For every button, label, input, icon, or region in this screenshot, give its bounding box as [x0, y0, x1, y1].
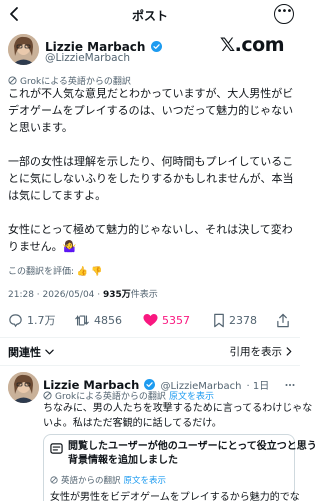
view-count-suffix: 件表示 [130, 290, 158, 300]
community-note[interactable]: 閲覧したユーザーが他のユーザーにとって役立つと思う 背景情報を追加しました 英語… [43, 434, 317, 501]
more-options-icon[interactable]: ••• [274, 4, 294, 24]
text-line: とに気にしないふりをしたりするかもしれませんが、本当 [8, 172, 294, 185]
reply-more-icon[interactable] [285, 372, 295, 386]
show-quotes-label: 引用を表示 [229, 346, 283, 358]
community-note-text: 女性が男性をビデオゲームをプレイするから魅力的でな [50, 492, 300, 501]
like-button[interactable]: 5357 [143, 311, 190, 329]
note-translation-note: 英語からの翻訳 原文を表示 [50, 474, 166, 486]
author-handle[interactable]: @LizzieMarbach [45, 52, 130, 64]
chevron-right-icon [286, 347, 292, 356]
repost-button[interactable]: 4856 [74, 311, 122, 329]
text-line: ちなみに、男の人たちを攻撃するために言ってるわけじゃな [43, 403, 313, 414]
repost-count: 4856 [94, 313, 122, 327]
reply-time[interactable]: · 1日 [247, 381, 270, 392]
view-count: 935万 [102, 290, 131, 300]
bookmark-button[interactable]: 2378 [213, 311, 257, 329]
text-line: これが不人気な意見だとわかっていますが、大人男性がビ [8, 87, 294, 100]
sort-label: 関連性 [8, 346, 41, 359]
paragraph: 一部の女性は理解を示したり、何時間もプレイしているこ とに気にしないふりをしたり… [8, 153, 298, 204]
reply-icon [9, 313, 22, 327]
share-button[interactable] [276, 311, 290, 329]
verified-badge-icon [150, 41, 162, 52]
note-translation-text: 英語からの翻訳 [61, 476, 121, 486]
sort-dropdown[interactable]: 関連性 [8, 344, 54, 360]
show-quotes-link[interactable]: 引用を表示 [230, 344, 293, 359]
community-note-heading: 閲覧したユーザーが他のユーザーにとって役立つと思う 背景情報を追加しました [68, 440, 317, 468]
share-icon [277, 313, 289, 327]
text-line: と思います。 [8, 121, 73, 134]
community-notes-icon [50, 443, 63, 454]
translate-icon [50, 476, 58, 484]
text-line: 閲覧したユーザーが他のユーザーにとって役立つと思う [68, 441, 317, 452]
heart-filled-icon [143, 314, 158, 327]
text-line: は気にしてますよ。 [8, 189, 107, 202]
bookmark-icon [214, 313, 224, 327]
note-show-original-link[interactable]: 原文を表示 [124, 474, 167, 486]
post-body: これが不人気な意見だとわかっていますが、大人男性がビ デオゲームをプレイするのは… [8, 85, 298, 255]
text-line: りません。🤷‍♀️ [8, 240, 77, 253]
divider [0, 365, 300, 366]
bookmark-count: 2378 [229, 313, 257, 327]
chevron-down-icon [45, 349, 54, 355]
post-timestamp[interactable]: 21:28 · 2026/05/04 · [8, 290, 103, 300]
avatar[interactable] [8, 34, 39, 65]
action-bar: 1.7万 4856 5357 2378 [0, 311, 300, 329]
text-line: 背景情報を追加しました [68, 455, 178, 466]
reply-count: 1.7万 [27, 314, 56, 327]
top-bar: ポスト ••• [0, 0, 300, 28]
grok-icon [43, 391, 52, 400]
like-count: 5357 [162, 313, 190, 327]
post-meta: 21:28 · 2026/05/04 · 935万件表示 [8, 287, 158, 300]
x-logo: 𝕏.com [219, 34, 285, 56]
text-line: 女性にとって極めて魅力的じゃないし、それは決して変わ [8, 223, 293, 236]
paragraph: これが不人気な意見だとわかっていますが、大人男性がビ デオゲームをプレイするのは… [8, 85, 298, 136]
rate-translation[interactable]: この翻訳を評価: 👍 👎 [8, 264, 102, 277]
repost-icon [75, 314, 89, 326]
grok-icon [8, 76, 17, 85]
reply-button[interactable]: 1.7万 [8, 311, 56, 329]
paragraph: 女性にとって極めて魅力的じゃないし、それは決して変わ りません。🤷‍♀️ [8, 221, 298, 255]
text-line: デオゲームをプレイするのは、いつだって魅力的じゃない [8, 104, 294, 117]
text-line: 一部の女性は理解を示したり、何時間もプレイしているこ [8, 155, 294, 168]
text-line: いよ。私はただ客観的に話してるだけ。 [43, 418, 222, 429]
divider [0, 337, 300, 338]
reply-avatar[interactable] [8, 372, 39, 403]
page-title: ポスト [131, 9, 168, 23]
reply-body: ちなみに、男の人たちを攻撃するために言ってるわけじゃな いよ。私はただ客観的に話… [43, 401, 313, 431]
